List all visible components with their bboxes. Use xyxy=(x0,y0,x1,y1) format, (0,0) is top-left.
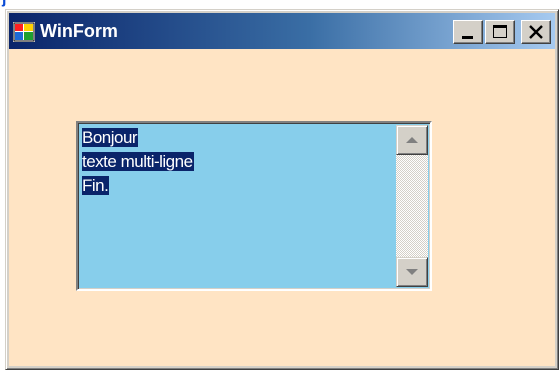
textbox-content[interactable]: Bonjour texte multi-ligne Fin. xyxy=(82,126,194,198)
winform-app-icon[interactable] xyxy=(13,22,35,42)
close-button[interactable] xyxy=(521,20,551,44)
minimize-icon xyxy=(462,36,473,39)
window-title: WinForm xyxy=(40,21,118,41)
maximize-icon xyxy=(493,25,507,38)
winform-window: WinForm Bonjour texte multi-ligne Fin. xyxy=(5,9,559,370)
maximize-button[interactable] xyxy=(485,20,515,44)
text-line: Fin. xyxy=(82,174,194,198)
multiline-textbox[interactable]: Bonjour texte multi-ligne Fin. xyxy=(76,121,432,291)
arrow-down-icon xyxy=(406,269,418,275)
text-line-2: texte multi-ligne xyxy=(82,152,194,171)
page-top-strip: j xyxy=(0,0,559,9)
scroll-up-button[interactable] xyxy=(396,125,428,155)
text-line-1: Bonjour xyxy=(82,128,139,147)
minimize-button[interactable] xyxy=(453,20,483,44)
text-line: Bonjour xyxy=(82,126,194,150)
form-client-area: Bonjour texte multi-ligne Fin. xyxy=(9,49,555,366)
scroll-down-button[interactable] xyxy=(396,257,428,287)
vertical-scrollbar[interactable] xyxy=(396,125,428,287)
text-line-3: Fin. xyxy=(82,176,110,195)
text-line: texte multi-ligne xyxy=(82,150,194,174)
close-icon xyxy=(529,25,543,39)
arrow-up-icon xyxy=(406,137,418,143)
title-bar[interactable]: WinForm xyxy=(9,13,555,49)
corner-glyph: j xyxy=(2,0,6,7)
